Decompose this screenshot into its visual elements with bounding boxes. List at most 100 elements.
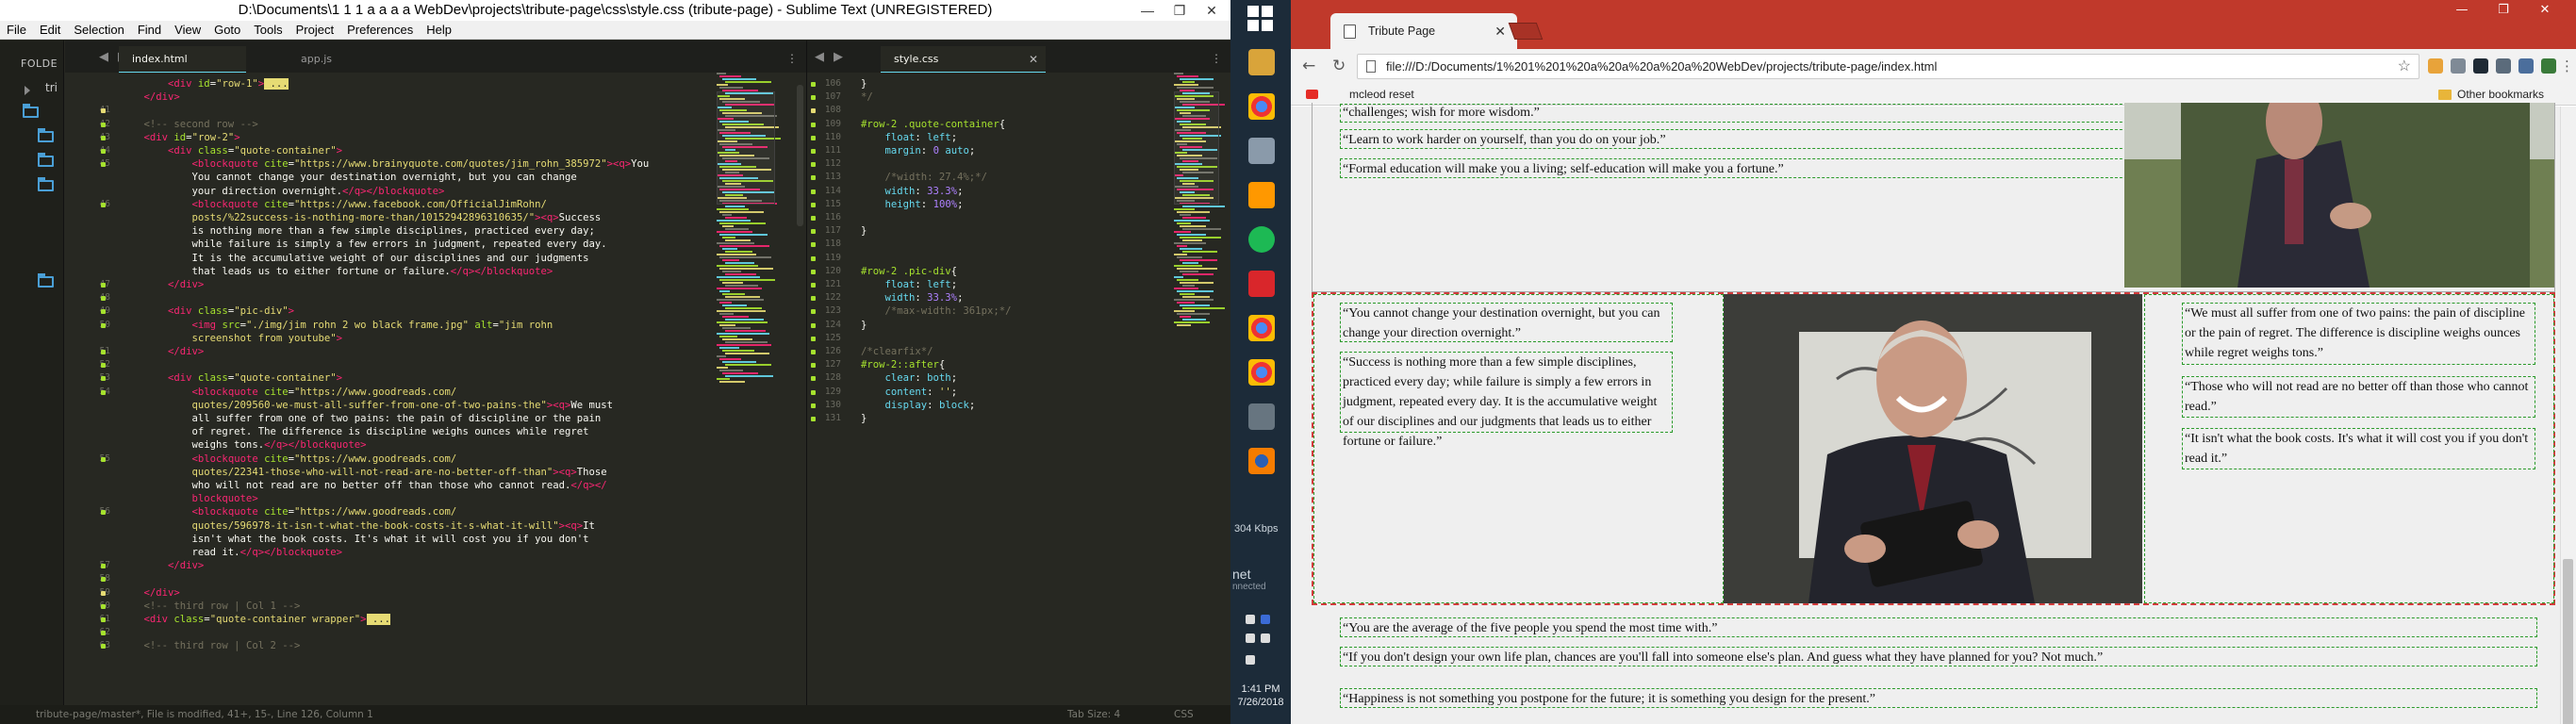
- minimap[interactable]: [1174, 73, 1225, 403]
- folder-icon[interactable]: [23, 104, 39, 118]
- code-line[interactable]: width: 33.3%;: [861, 186, 964, 197]
- code-line[interactable]: of regret. The difference is discipline …: [120, 426, 589, 437]
- tab-style-css[interactable]: style.css ✕: [881, 46, 1046, 73]
- code-line[interactable]: that leads us to either fortune or failu…: [120, 266, 553, 277]
- status-tab-size[interactable]: Tab Size: 4: [1067, 705, 1120, 724]
- extension-icon[interactable]: [2518, 58, 2534, 74]
- chrome-menu-icon[interactable]: ⋮: [2560, 57, 2574, 75]
- pane-menu-icon[interactable]: ⋮: [786, 52, 798, 65]
- restore-icon[interactable]: ❐: [1164, 0, 1196, 21]
- code-line[interactable]: </div>: [120, 560, 204, 571]
- scrollbar-thumb[interactable]: [2563, 559, 2573, 724]
- code-line[interactable]: all suffer from one of two pains: the pa…: [120, 413, 602, 424]
- code-line[interactable]: blockquote>: [120, 493, 258, 504]
- menu-find[interactable]: Find: [131, 21, 168, 40]
- chrome-icon[interactable]: [1248, 315, 1275, 341]
- code-line[interactable]: <div id="row-1"> ...: [120, 78, 289, 90]
- code-line[interactable]: </div>: [120, 91, 180, 103]
- code-line[interactable]: <div class="pic-div">: [120, 305, 294, 317]
- code-line[interactable]: clear: both;: [861, 372, 958, 384]
- html-editor[interactable]: <div id="row-1"> ... </div> <!-- second …: [120, 73, 709, 710]
- tab-app-js[interactable]: app.js: [288, 46, 401, 73]
- code-line[interactable]: <img src="./img/jim rohn 2 wo black fram…: [120, 320, 553, 331]
- code-line[interactable]: height: 100%;: [861, 199, 964, 210]
- code-line[interactable]: <blockquote cite="https://www.goodreads.…: [120, 453, 457, 465]
- app-icon[interactable]: [1248, 403, 1275, 430]
- code-line[interactable]: */: [861, 91, 873, 103]
- pane-menu-icon[interactable]: ⋮: [1211, 52, 1222, 65]
- minimize-icon[interactable]: —: [2441, 0, 2483, 21]
- reload-icon[interactable]: ↻: [1332, 57, 1346, 75]
- tab-scroll-left-icon[interactable]: ◀: [99, 50, 108, 64]
- spotify-icon[interactable]: [1248, 226, 1275, 253]
- chrome-icon[interactable]: [1248, 93, 1275, 120]
- folder-icon[interactable]: [38, 177, 54, 191]
- menu-edit[interactable]: Edit: [33, 21, 67, 40]
- minimap-viewport[interactable]: [1174, 91, 1219, 205]
- code-line[interactable]: read it.</q></blockquote>: [120, 547, 342, 558]
- extension-icon[interactable]: [2428, 58, 2443, 74]
- code-line[interactable]: <!-- second row -->: [120, 119, 258, 130]
- code-line[interactable]: weighs tons.</q></blockquote>: [120, 439, 367, 451]
- menu-file[interactable]: File: [0, 21, 33, 40]
- code-line[interactable]: float: left;: [861, 132, 958, 143]
- code-line[interactable]: quotes/596978-it-isn-t-what-the-book-cos…: [120, 520, 595, 532]
- code-line[interactable]: You cannot change your destination overn…: [120, 172, 577, 183]
- app-icon[interactable]: [1248, 138, 1275, 164]
- close-icon[interactable]: ✕: [1196, 0, 1228, 21]
- address-bar[interactable]: file:///D:/Documents/1%201%201%20a%20a%2…: [1357, 54, 2419, 79]
- expand-arrow-icon[interactable]: [25, 86, 30, 95]
- code-line[interactable]: }: [861, 413, 867, 424]
- code-line[interactable]: /*max-width: 361px;*/: [861, 305, 1012, 317]
- code-line[interactable]: who will not read are no better off than…: [120, 480, 607, 491]
- browser-tab[interactable]: Tribute Page ✕: [1330, 13, 1517, 49]
- sidebar-project-label[interactable]: tri: [45, 81, 58, 94]
- tab-close-icon[interactable]: ✕: [1494, 13, 1506, 49]
- code-line[interactable]: }: [861, 78, 867, 90]
- code-line[interactable]: <blockquote cite="https://www.facebook.c…: [120, 199, 547, 210]
- chrome-icon[interactable]: [1248, 359, 1275, 386]
- battery-icon[interactable]: [1261, 634, 1270, 643]
- code-line[interactable]: <blockquote cite="https://www.brainyquot…: [120, 158, 650, 170]
- code-line[interactable]: width: 33.3%;: [861, 292, 964, 304]
- new-tab-button[interactable]: [1508, 23, 1544, 40]
- tab-index-html[interactable]: index.html: [119, 46, 246, 73]
- code-line[interactable]: /*width: 27.4%;*/: [861, 172, 987, 183]
- minimize-icon[interactable]: —: [1131, 0, 1164, 21]
- code-line[interactable]: isn't what the book costs. It's what it …: [120, 534, 589, 545]
- page-info-icon[interactable]: [1366, 60, 1376, 73]
- menu-help[interactable]: Help: [420, 21, 458, 40]
- menu-selection[interactable]: Selection: [67, 21, 130, 40]
- tray-icon[interactable]: [1246, 634, 1255, 643]
- code-line[interactable]: }: [861, 225, 867, 237]
- firefox-icon[interactable]: [1248, 448, 1275, 474]
- css-editor[interactable]: } */#row-2 .quote-container{ float: left;…: [861, 73, 1172, 710]
- code-line[interactable]: </div>: [120, 587, 180, 599]
- status-syntax[interactable]: CSS: [1174, 705, 1194, 724]
- code-line[interactable]: screenshot from youtube">: [120, 333, 342, 344]
- code-line[interactable]: <div class="quote-container">: [120, 145, 342, 156]
- code-line[interactable]: /*clearfix*/: [861, 346, 933, 357]
- file-explorer-icon[interactable]: [1248, 49, 1275, 75]
- code-line[interactable]: quotes/22341-those-who-will-not-read-are…: [120, 467, 607, 478]
- code-line[interactable]: display: block;: [861, 400, 976, 411]
- sublime-text-icon[interactable]: [1248, 182, 1275, 208]
- tray-icon[interactable]: [1246, 615, 1255, 624]
- code-line[interactable]: posts/%22success-is-nothing-more-than/10…: [120, 212, 602, 223]
- menu-preferences[interactable]: Preferences: [340, 21, 420, 40]
- code-line[interactable]: <!-- third row | Col 1 -->: [120, 601, 301, 612]
- tray-icon[interactable]: [1261, 615, 1270, 624]
- code-line[interactable]: #row-2 .quote-container{: [861, 119, 1005, 130]
- folder-icon[interactable]: [38, 273, 54, 288]
- menu-tools[interactable]: Tools: [247, 21, 289, 40]
- back-icon[interactable]: ←: [1302, 57, 1315, 75]
- close-icon[interactable]: ✕: [2524, 0, 2566, 21]
- code-line[interactable]: <blockquote cite="https://www.goodreads.…: [120, 506, 457, 518]
- page-scrollbar[interactable]: [2560, 107, 2576, 724]
- restore-icon[interactable]: ❐: [2483, 0, 2524, 21]
- code-line[interactable]: }: [861, 320, 867, 331]
- menu-view[interactable]: View: [168, 21, 207, 40]
- code-line[interactable]: #row-2 .pic-div{: [861, 266, 957, 277]
- code-line[interactable]: float: left;: [861, 279, 958, 290]
- bookmark-star-icon[interactable]: ☆: [2398, 55, 2411, 78]
